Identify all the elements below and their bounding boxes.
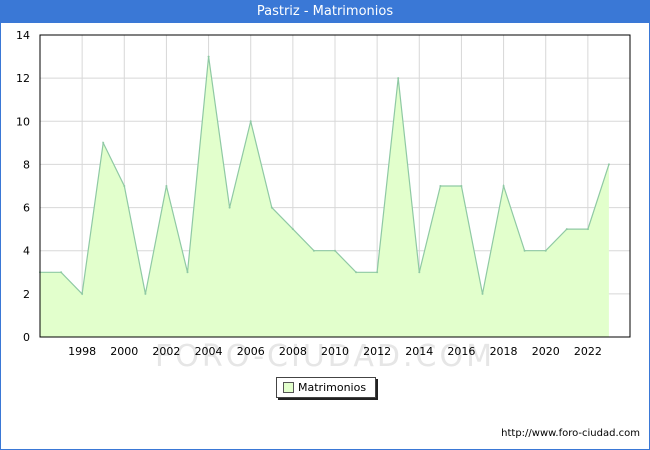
x-tick-label: 2010 <box>321 345 349 358</box>
data-point <box>586 228 589 231</box>
data-point <box>60 271 63 274</box>
x-tick-label: 2004 <box>195 345 223 358</box>
data-point <box>291 228 294 231</box>
data-point <box>376 271 379 274</box>
data-point <box>165 185 168 187</box>
legend-swatch <box>283 382 294 393</box>
data-point <box>123 185 126 187</box>
x-tick-label: 1998 <box>68 345 96 358</box>
x-tick-label: 2014 <box>405 345 433 358</box>
data-point <box>544 249 547 252</box>
data-point <box>565 228 568 231</box>
data-point <box>102 141 105 144</box>
data-point <box>607 163 610 166</box>
x-tick-label: 2000 <box>110 345 138 358</box>
y-tick-label: 2 <box>23 288 30 301</box>
y-tick-label: 6 <box>23 202 30 215</box>
y-tick-label: 10 <box>16 115 30 128</box>
y-tick-label: 0 <box>23 331 30 344</box>
x-tick-label: 2006 <box>237 345 265 358</box>
data-point <box>334 249 336 252</box>
legend: Matrimonios <box>276 377 376 398</box>
data-point <box>81 292 84 295</box>
y-tick-label: 14 <box>16 29 30 42</box>
data-point <box>418 271 421 274</box>
data-point <box>460 185 463 187</box>
x-tick-label: 2022 <box>574 345 602 358</box>
x-tick-label: 2002 <box>152 345 180 358</box>
data-point <box>249 120 252 123</box>
data-point <box>502 185 505 187</box>
data-point <box>186 271 189 274</box>
x-tick-label: 2020 <box>532 345 560 358</box>
data-point <box>481 292 484 295</box>
source-url: http://www.foro-ciudad.com <box>501 428 640 439</box>
data-point <box>228 206 231 209</box>
data-point <box>207 55 210 58</box>
x-tick-label: 2018 <box>490 345 518 358</box>
series-area <box>40 56 609 337</box>
data-point <box>144 292 147 295</box>
x-tick-label: 2008 <box>279 345 307 358</box>
data-point <box>270 206 273 209</box>
y-tick-label: 4 <box>23 245 30 258</box>
data-point <box>355 271 358 274</box>
x-tick-label: 2012 <box>363 345 391 358</box>
y-tick-label: 12 <box>16 72 30 85</box>
y-tick-label: 8 <box>23 158 30 171</box>
data-point <box>439 185 442 187</box>
x-tick-label: 2016 <box>447 345 475 358</box>
data-point <box>523 249 526 252</box>
data-point <box>397 77 400 80</box>
data-point <box>312 249 315 252</box>
legend-label: Matrimonios <box>298 381 367 394</box>
